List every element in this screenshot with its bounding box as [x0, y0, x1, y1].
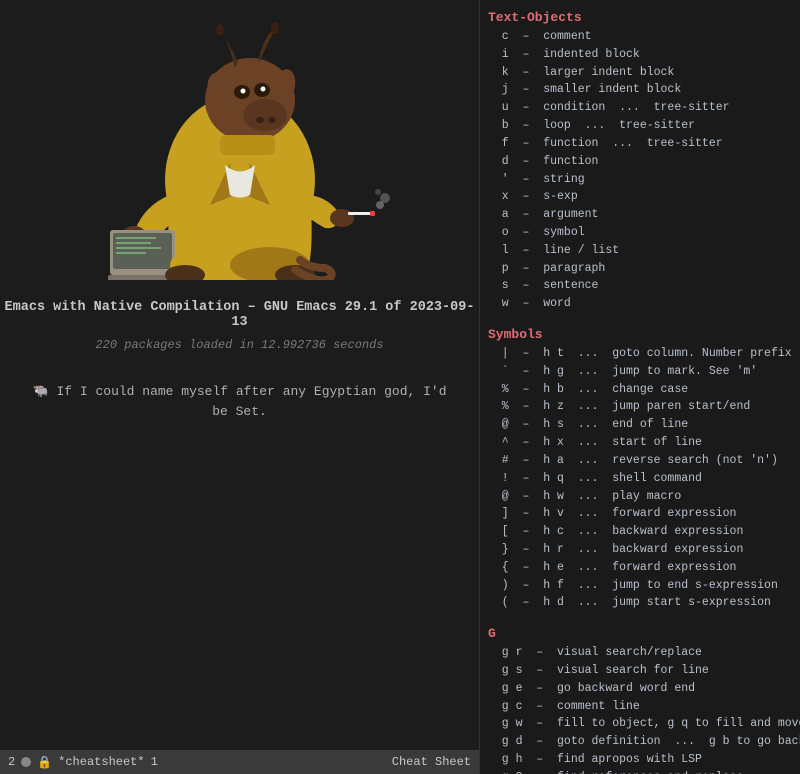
key-item-0-9: x – s-exp [488, 188, 792, 206]
key-item-2-0: g r – visual search/replace [488, 644, 792, 662]
key-item-1-8: @ – h w ... play macro [488, 488, 792, 506]
section-title-0: Text-Objects [488, 10, 792, 25]
status-num: 2 [8, 755, 15, 769]
key-item-0-11: o – symbol [488, 224, 792, 242]
key-item-1-14: ( – h d ... jump start s-expression [488, 594, 792, 612]
section-gap [488, 612, 792, 620]
key-item-0-7: d – function [488, 153, 792, 171]
key-item-1-7: ! – h q ... shell command [488, 470, 792, 488]
key-item-2-7: g ? – find references and replace [488, 769, 792, 774]
key-item-0-2: k – larger indent block [488, 64, 792, 82]
key-item-1-10: [ – h c ... backward expression [488, 523, 792, 541]
status-lock-icon: 🔒 [37, 755, 52, 770]
key-item-2-1: g s – visual search for line [488, 662, 792, 680]
status-dot [21, 757, 31, 767]
gnu-mascot [90, 20, 390, 280]
key-item-0-15: w – word [488, 295, 792, 313]
key-item-1-6: # – h a ... reverse search (not 'n') [488, 452, 792, 470]
key-item-1-2: % – h b ... change case [488, 381, 792, 399]
key-item-0-5: b – loop ... tree-sitter [488, 117, 792, 135]
key-item-0-12: l – line / list [488, 242, 792, 260]
splash-message: 🐃 If I could name myself after any Egypt… [0, 382, 479, 421]
key-item-2-6: g h – find apropos with LSP [488, 751, 792, 769]
right-panel[interactable]: Text-Objects c – comment i – indented bl… [480, 0, 800, 774]
section-title-1: Symbols [488, 327, 792, 342]
key-item-1-4: @ – h s ... end of line [488, 416, 792, 434]
key-item-0-13: p – paragraph [488, 260, 792, 278]
key-item-1-5: ^ – h x ... start of line [488, 434, 792, 452]
key-item-2-3: g c – comment line [488, 698, 792, 716]
key-item-1-11: } – h r ... backward expression [488, 541, 792, 559]
key-item-0-8: ' – string [488, 171, 792, 189]
key-item-1-13: ) – h f ... jump to end s-expression [488, 577, 792, 595]
key-item-0-6: f – function ... tree-sitter [488, 135, 792, 153]
packages-subtitle: 220 packages loaded in 12.992736 seconds [95, 338, 383, 352]
key-item-0-0: c – comment [488, 28, 792, 46]
key-item-0-3: j – smaller indent block [488, 81, 792, 99]
section-title-2: G [488, 626, 792, 641]
status-num2: 1 [151, 755, 158, 769]
section-gap [488, 313, 792, 321]
key-item-2-4: g w – fill to object, g q to fill and mo… [488, 715, 792, 733]
key-item-0-1: i – indented block [488, 46, 792, 64]
key-item-1-0: | – h t ... goto column. Number prefix [488, 345, 792, 363]
key-item-1-9: ] – h v ... forward expression [488, 505, 792, 523]
key-item-2-2: g e – go backward word end [488, 680, 792, 698]
key-item-1-3: % – h z ... jump paren start/end [488, 398, 792, 416]
key-item-0-4: u – condition ... tree-sitter [488, 99, 792, 117]
key-item-1-12: { – h e ... forward expression [488, 559, 792, 577]
status-right-label: Cheat Sheet [392, 755, 471, 769]
status-filename: *cheatsheet* [58, 755, 144, 769]
key-item-0-10: a – argument [488, 206, 792, 224]
key-item-0-14: s – sentence [488, 277, 792, 295]
emacs-title: Emacs with Native Compilation – GNU Emac… [0, 300, 479, 330]
status-bar: 2 🔒 *cheatsheet* 1 Cheat Sheet [0, 750, 479, 774]
key-item-1-1: ` – h g ... jump to mark. See 'm' [488, 363, 792, 381]
left-panel: Emacs with Native Compilation – GNU Emac… [0, 0, 480, 774]
key-item-2-5: g d – goto definition ... g b to go back [488, 733, 792, 751]
